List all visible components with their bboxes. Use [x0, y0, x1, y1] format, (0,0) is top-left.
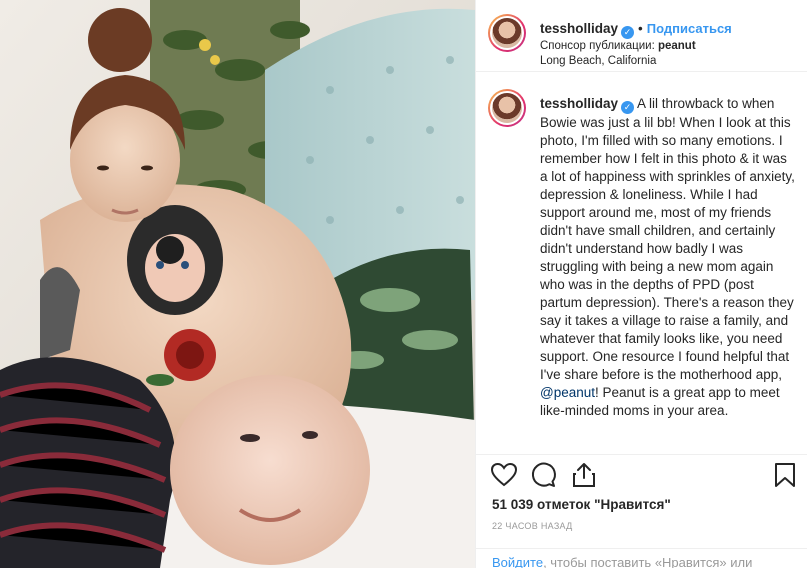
header-title-line: tessholliday ✓ • Подписаться: [540, 21, 732, 39]
caption-text: A lil throwback to when Bowie was just a…: [540, 96, 795, 382]
sponsor-prefix: Спонсор публикации:: [540, 40, 655, 52]
post-photo-image: [0, 0, 475, 568]
post-actions: 51 039 отметок "Нравится" 22 ЧАСОВ НАЗАД…: [476, 454, 807, 568]
sponsor-line: Спонсор публикации: peanut: [540, 40, 696, 52]
follow-button[interactable]: Подписаться: [647, 21, 732, 36]
avatar[interactable]: [488, 14, 526, 52]
comment-icon[interactable]: [530, 461, 558, 489]
verified-icon: ✓: [621, 26, 635, 39]
heart-icon[interactable]: [490, 461, 518, 489]
sponsor-link[interactable]: peanut: [658, 40, 696, 52]
comments-section[interactable]: tessholliday ✓ A lil throwback to when Bo…: [476, 73, 807, 454]
login-link[interactable]: Войдите: [492, 555, 543, 568]
login-prompt-text: , чтобы поставить «Нравится» или: [543, 555, 753, 568]
caption-avatar[interactable]: [488, 89, 526, 127]
bookmark-icon[interactable]: [771, 461, 799, 489]
post-timestamp[interactable]: 22 ЧАСОВ НАЗАД: [492, 521, 573, 531]
caption-mention-link[interactable]: @peanut: [540, 385, 595, 400]
username-link[interactable]: tessholliday: [540, 21, 618, 36]
post-header: tessholliday ✓ • Подписаться Спонсор публик…: [476, 0, 807, 72]
post-photo: [0, 0, 475, 568]
login-prompt: Войдите, чтобы поставить «Нравится» или: [476, 548, 807, 568]
separator-dot: •: [638, 21, 643, 36]
share-icon[interactable]: [570, 461, 598, 489]
caption-username-link[interactable]: tessholliday: [540, 96, 618, 111]
location-link[interactable]: Long Beach, California: [540, 55, 656, 67]
post-sidebar: tessholliday ✓ • Подписаться Спонсор публик…: [475, 0, 807, 568]
likes-count[interactable]: 51 039 отметок "Нравится": [492, 497, 671, 512]
verified-icon: ✓: [621, 101, 635, 114]
post-caption: tessholliday ✓ A lil throwback to when Bo…: [540, 95, 796, 420]
